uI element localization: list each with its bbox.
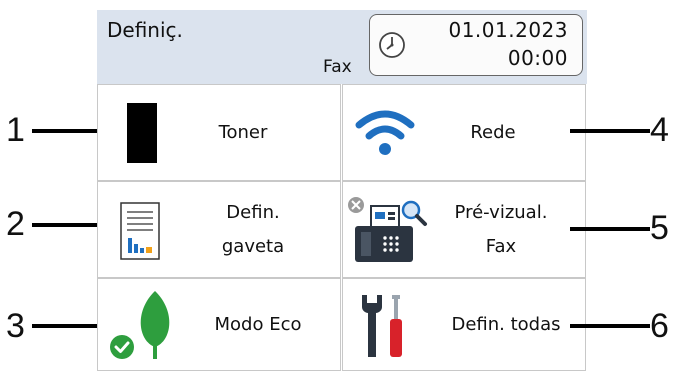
fax-preview-icon [345, 196, 429, 270]
fax-preview-label-line1: Pré-vizual. [454, 202, 548, 223]
tray-settings-label-line2: gaveta [221, 236, 285, 257]
eco-mode-label: Modo Eco [214, 314, 302, 335]
tray-settings-label-line1: Defin. [226, 202, 280, 223]
all-settings-tile[interactable]: Defin. todas [342, 278, 586, 371]
date-display: 01.01.2023 [448, 18, 568, 42]
eco-leaf-icon [108, 289, 178, 365]
tray-settings-tile[interactable]: Defin. gaveta [97, 181, 341, 278]
toner-icon [127, 103, 157, 163]
callout-number-3: 3 [6, 307, 25, 345]
header-bar: Definiç. Fax 01.01.2023 00:00 [97, 10, 587, 84]
callout-number-5: 5 [650, 209, 669, 247]
fax-preview-label-line2: Fax [485, 236, 517, 257]
settings-screen: Definiç. Fax 01.01.2023 00:00 Toner Rede… [97, 10, 587, 371]
callout-number-6: 6 [650, 307, 669, 345]
callout-line-5 [570, 227, 650, 231]
toner-tile[interactable]: Toner [97, 84, 341, 181]
tools-icon [359, 293, 409, 363]
settings-grid: Toner Rede Defin. gaveta Pré-vizual. Fax… [97, 84, 587, 371]
callout-number-2: 2 [6, 205, 25, 243]
callout-number-4: 4 [650, 111, 669, 149]
tray-settings-icon [120, 202, 160, 264]
datetime-button[interactable]: 01.01.2023 00:00 [369, 14, 583, 76]
callout-line-6 [570, 324, 650, 328]
mode-indicator: Fax [323, 57, 352, 77]
toner-label: Toner [218, 122, 268, 143]
callout-line-4 [570, 129, 650, 133]
all-settings-label: Defin. todas [451, 314, 561, 335]
fax-preview-tile[interactable]: Pré-vizual. Fax [342, 181, 586, 278]
time-display: 00:00 [507, 46, 568, 70]
page-title: Definiç. [107, 18, 183, 42]
wifi-icon [355, 107, 415, 163]
callout-number-1: 1 [6, 111, 25, 149]
clock-icon [378, 31, 406, 63]
network-label: Rede [470, 122, 516, 143]
eco-mode-tile[interactable]: Modo Eco [97, 278, 341, 371]
network-tile[interactable]: Rede [342, 84, 586, 181]
